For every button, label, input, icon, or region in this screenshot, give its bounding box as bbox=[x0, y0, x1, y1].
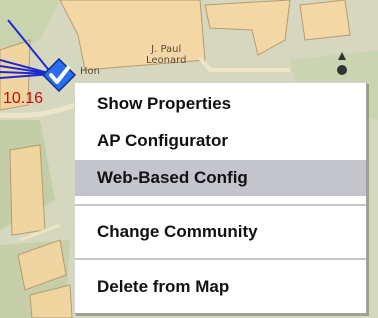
building-label-line1: J. Paul bbox=[151, 44, 182, 55]
menu-item-web-based-config[interactable]: Web-Based Config bbox=[75, 160, 366, 196]
menu-separator bbox=[75, 204, 366, 207]
access-point-icon[interactable] bbox=[42, 58, 76, 92]
building-label: J. Paul Leonard bbox=[146, 44, 186, 66]
menu-item-show-properties[interactable]: Show Properties bbox=[75, 86, 366, 122]
building-label-partial: Hon bbox=[80, 66, 100, 77]
menu-item-change-community[interactable]: Change Community bbox=[75, 214, 366, 250]
building-label-line2: Leonard bbox=[146, 55, 187, 66]
ap-ip-label: 10.16 bbox=[3, 90, 44, 107]
menu-item-delete-from-map[interactable]: Delete from Map bbox=[75, 269, 366, 305]
menu-separator bbox=[75, 258, 366, 261]
context-menu: Show Properties AP Configurator Web-Base… bbox=[74, 82, 367, 314]
menu-item-ap-configurator[interactable]: AP Configurator bbox=[75, 123, 366, 159]
